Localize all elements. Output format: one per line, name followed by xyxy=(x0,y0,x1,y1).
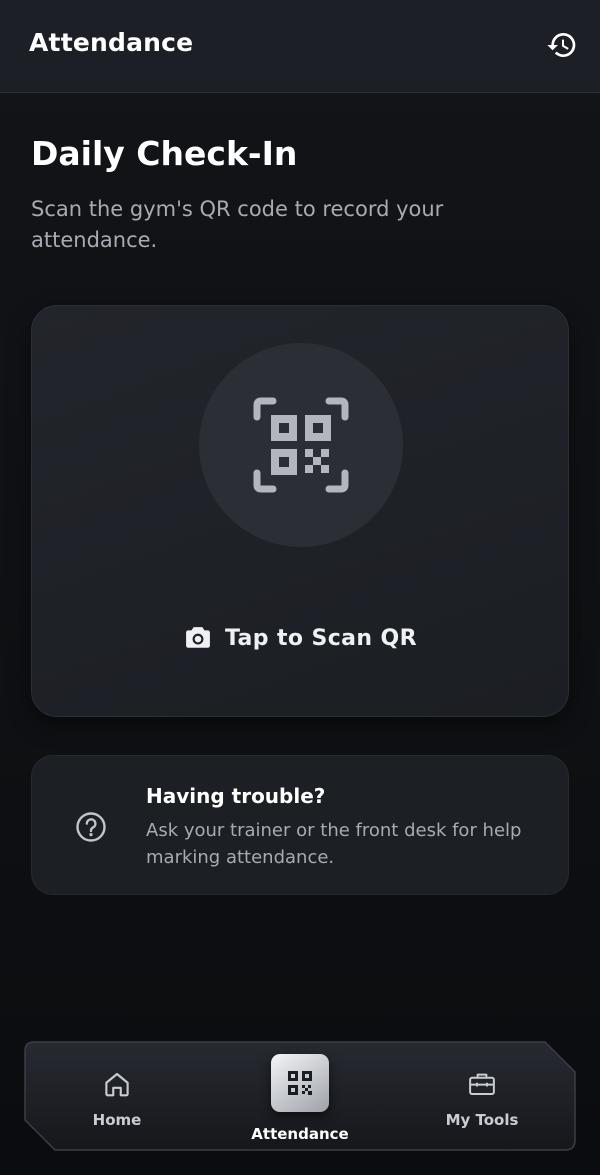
history-icon xyxy=(547,33,576,57)
header-title: Attendance xyxy=(29,28,194,57)
history-button[interactable] xyxy=(544,28,580,62)
nav-item-attendance[interactable]: Attendance xyxy=(245,1041,355,1151)
scan-qr-card[interactable]: Tap to Scan QR xyxy=(31,305,569,717)
camera-icon xyxy=(186,627,210,648)
qr-code-icon xyxy=(253,397,349,493)
nav-item-home[interactable]: Home xyxy=(66,1041,168,1151)
scan-qr-label: Tap to Scan QR xyxy=(224,625,417,651)
help-circle-icon xyxy=(76,812,106,842)
scan-qr-button[interactable]: Tap to Scan QR xyxy=(32,620,570,656)
home-icon xyxy=(105,1072,129,1097)
toolbox-icon xyxy=(469,1073,495,1095)
help-text: Ask your trainer or the front desk for h… xyxy=(146,820,522,868)
page-subtitle: Scan the gym's QR code to record your at… xyxy=(31,197,444,252)
help-title: Having trouble? xyxy=(146,784,326,808)
qr-code-icon xyxy=(288,1071,312,1095)
qr-icon-circle xyxy=(199,343,403,547)
nav-item-my-tools[interactable]: My Tools xyxy=(429,1041,535,1151)
nav-label-attendance: Attendance xyxy=(251,1125,349,1143)
nav-label-my-tools: My Tools xyxy=(445,1111,519,1129)
active-tab-indicator xyxy=(271,1054,329,1112)
app-header: Attendance xyxy=(0,0,600,93)
bottom-navigation: Home Attendance My Tools xyxy=(24,1041,576,1151)
nav-label-home: Home xyxy=(92,1111,142,1129)
help-card: Having trouble? Ask your trainer or the … xyxy=(31,755,569,895)
page-title: Daily Check-In xyxy=(31,134,298,173)
